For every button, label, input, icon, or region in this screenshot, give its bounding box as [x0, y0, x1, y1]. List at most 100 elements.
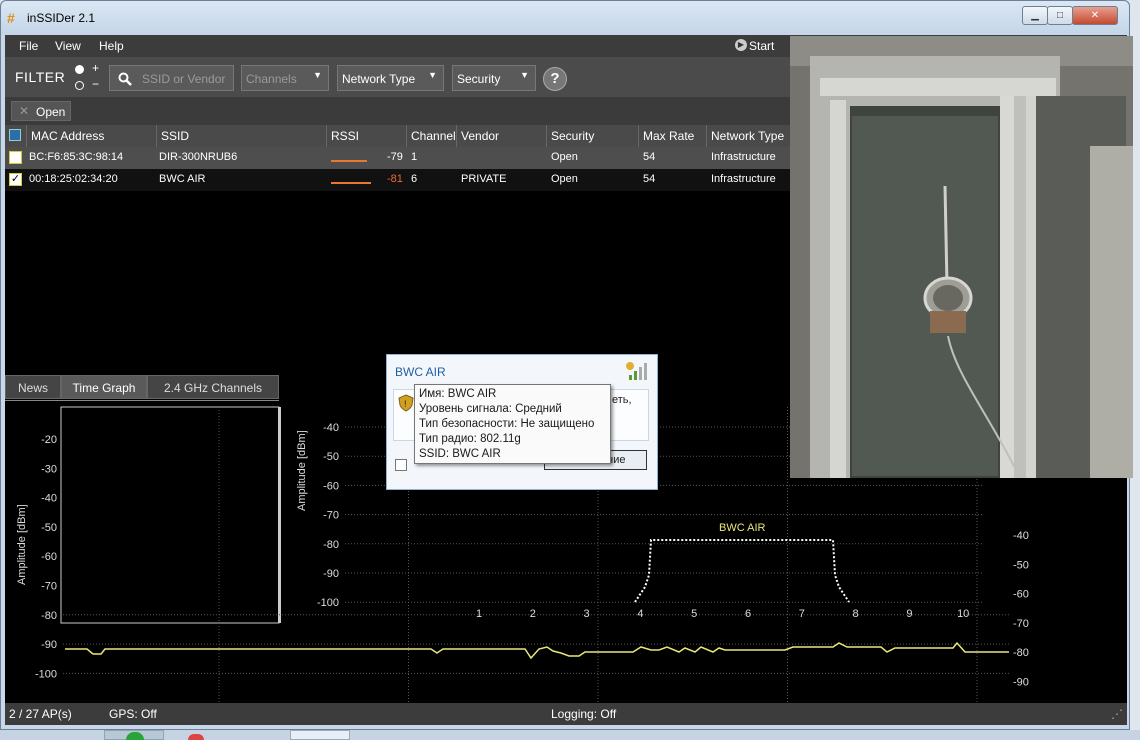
tab-underline: [5, 400, 279, 401]
network-tooltip: Имя: BWC AIR Уровень сигнала: Средний Ти…: [414, 384, 611, 464]
mac-cell: BC:F6:85:3C:98:14: [29, 151, 124, 163]
plus-label: +: [92, 61, 100, 75]
start-button[interactable]: Start: [749, 39, 774, 53]
channel-x-tick-label: 2: [530, 608, 536, 620]
antenna-photo-drawing: [790, 36, 1133, 478]
column-header[interactable]: Vendor: [457, 125, 547, 147]
channel-x-tick-label: 7: [799, 608, 805, 620]
column-header[interactable]: RSSI: [327, 125, 407, 147]
channel-x-tick-label: 3: [584, 608, 590, 620]
y-ticks: -20 -30 -40 -50 -60 -70 -80 -90 -100: [35, 434, 57, 680]
popup-checkbox[interactable]: [395, 459, 407, 471]
channel-x-tick-label: 1: [476, 608, 482, 620]
channel-cell: 6: [411, 173, 418, 185]
channel-x-tick-label: 8: [853, 608, 859, 620]
rssi-sparkline: [331, 160, 367, 162]
window-title: inSSIDer 2.1: [27, 11, 96, 25]
channel-y-ticks: -40 -50 -60 -70 -80 -90 -100: [317, 422, 339, 609]
channel-y-tick-label: -60: [323, 480, 339, 492]
inner-plot-edge: [278, 407, 281, 623]
y-tick-label: -60: [41, 551, 57, 563]
antenna-photo: [790, 36, 1133, 478]
inner-plot-frame: [60, 406, 280, 624]
security-cell: Open: [551, 151, 578, 163]
channel-x-ticks: 1 2 3 4 5 6 7 8 9 10: [476, 608, 969, 620]
channel-curve: [634, 539, 850, 603]
y-tick-label: -70: [41, 581, 57, 593]
y-tick-label: -50: [41, 522, 57, 534]
menu-view[interactable]: View: [55, 39, 81, 53]
select-all-checkbox-cell[interactable]: [5, 125, 27, 147]
app-taskbar-icon[interactable]: [126, 732, 144, 740]
filter-chip-open[interactable]: ✕ Open: [11, 101, 71, 121]
title-bar: # inSSIDer 2.1 ▁ □ ✕: [1, 1, 1129, 35]
network-type-dropdown[interactable]: Network Type ▼: [337, 65, 444, 91]
column-header[interactable]: Channel: [407, 125, 457, 147]
svg-text:!: !: [404, 399, 407, 409]
network-type-cell: Infrastructure: [711, 173, 776, 185]
max-rate-cell: 54: [643, 151, 656, 163]
y-tick-label: -20: [41, 434, 57, 446]
y-tick-label: -40: [41, 493, 57, 505]
channel-y-tick-label: -50: [323, 451, 339, 463]
help-button[interactable]: ?: [543, 67, 567, 91]
channel-x-tick-label: 9: [906, 608, 912, 620]
y-axis-label: Amplitude [dBm]: [16, 504, 28, 585]
ssid-cell: DIR-300NRUB6: [159, 151, 238, 163]
ssid-search-input[interactable]: SSID or Vendor: [109, 65, 234, 91]
gps-status: GPS: Off: [109, 707, 157, 721]
filter-label: FILTER: [15, 69, 66, 85]
security-dropdown[interactable]: Security ▼: [452, 65, 536, 91]
close-icon[interactable]: ✕: [19, 104, 29, 118]
column-header[interactable]: MAC Address: [27, 125, 157, 147]
menu-help[interactable]: Help: [99, 39, 124, 53]
channels-dropdown[interactable]: Channels ▼: [241, 65, 329, 91]
minimize-button[interactable]: ▁: [1022, 6, 1048, 25]
ap-count: 2 / 27 AP(s): [9, 707, 72, 721]
status-bar: 2 / 27 AP(s) GPS: Off Logging: Off ⋰: [5, 703, 1127, 725]
y-tick-label: -80: [41, 610, 57, 622]
row-checkbox[interactable]: [9, 151, 22, 164]
resize-grip-icon[interactable]: ⋰: [1111, 707, 1123, 721]
tooltip-line: SSID: BWC AIR: [419, 448, 501, 460]
taskbar: [0, 730, 1140, 740]
channel-x-tick-label: 6: [745, 608, 751, 620]
column-header[interactable]: Security: [547, 125, 639, 147]
close-button[interactable]: ✕: [1072, 6, 1118, 25]
network-type-label: Network Type: [342, 72, 416, 86]
column-header[interactable]: SSID: [157, 125, 327, 147]
tooltip-line: Уровень сигнала: Средний: [419, 403, 562, 415]
menu-file[interactable]: File: [19, 39, 38, 53]
right-tick-label: -80: [1013, 647, 1029, 659]
tooltip-line: Тип радио: 802.11g: [419, 433, 521, 445]
tooltip-line: Имя: BWC AIR: [419, 388, 497, 400]
time-series-line: [65, 641, 1009, 660]
max-rate-cell: 54: [643, 173, 656, 185]
channel-y-tick-label: -80: [323, 539, 339, 551]
rssi-cell: -79: [387, 151, 403, 163]
filter-exclude-radio[interactable]: [75, 81, 84, 90]
popup-partial-text: еть,: [612, 394, 632, 406]
channel-y-tick-label: -40: [323, 422, 339, 434]
vendor-cell: PRIVATE: [461, 173, 507, 185]
y-tick-label: -90: [41, 639, 57, 651]
play-icon: ▶: [735, 39, 747, 51]
taskbar-item[interactable]: [290, 730, 350, 740]
filter-include-radio[interactable]: [75, 65, 84, 74]
minus-label: −: [92, 77, 100, 91]
ssid-placeholder: SSID or Vendor: [142, 72, 226, 86]
security-label: Security: [457, 72, 501, 86]
ssid-cell: BWC AIR: [159, 173, 206, 185]
security-cell: Open: [551, 173, 578, 185]
maximize-button[interactable]: □: [1047, 6, 1073, 25]
row-checkbox[interactable]: ✓: [9, 173, 22, 186]
channel-y-label: Amplitude [dBm]: [296, 430, 308, 511]
hash-icon: #: [7, 10, 15, 26]
column-header[interactable]: Max Rate: [639, 125, 707, 147]
tooltip-line: Тип безопасности: Не защищено: [419, 418, 595, 430]
select-all-checkbox[interactable]: [9, 129, 21, 141]
channels-label: Channels: [246, 72, 297, 86]
shield-icon: !: [398, 394, 414, 412]
app-taskbar-icon[interactable]: [188, 734, 204, 740]
channel-y-tick-label: -100: [317, 597, 339, 609]
